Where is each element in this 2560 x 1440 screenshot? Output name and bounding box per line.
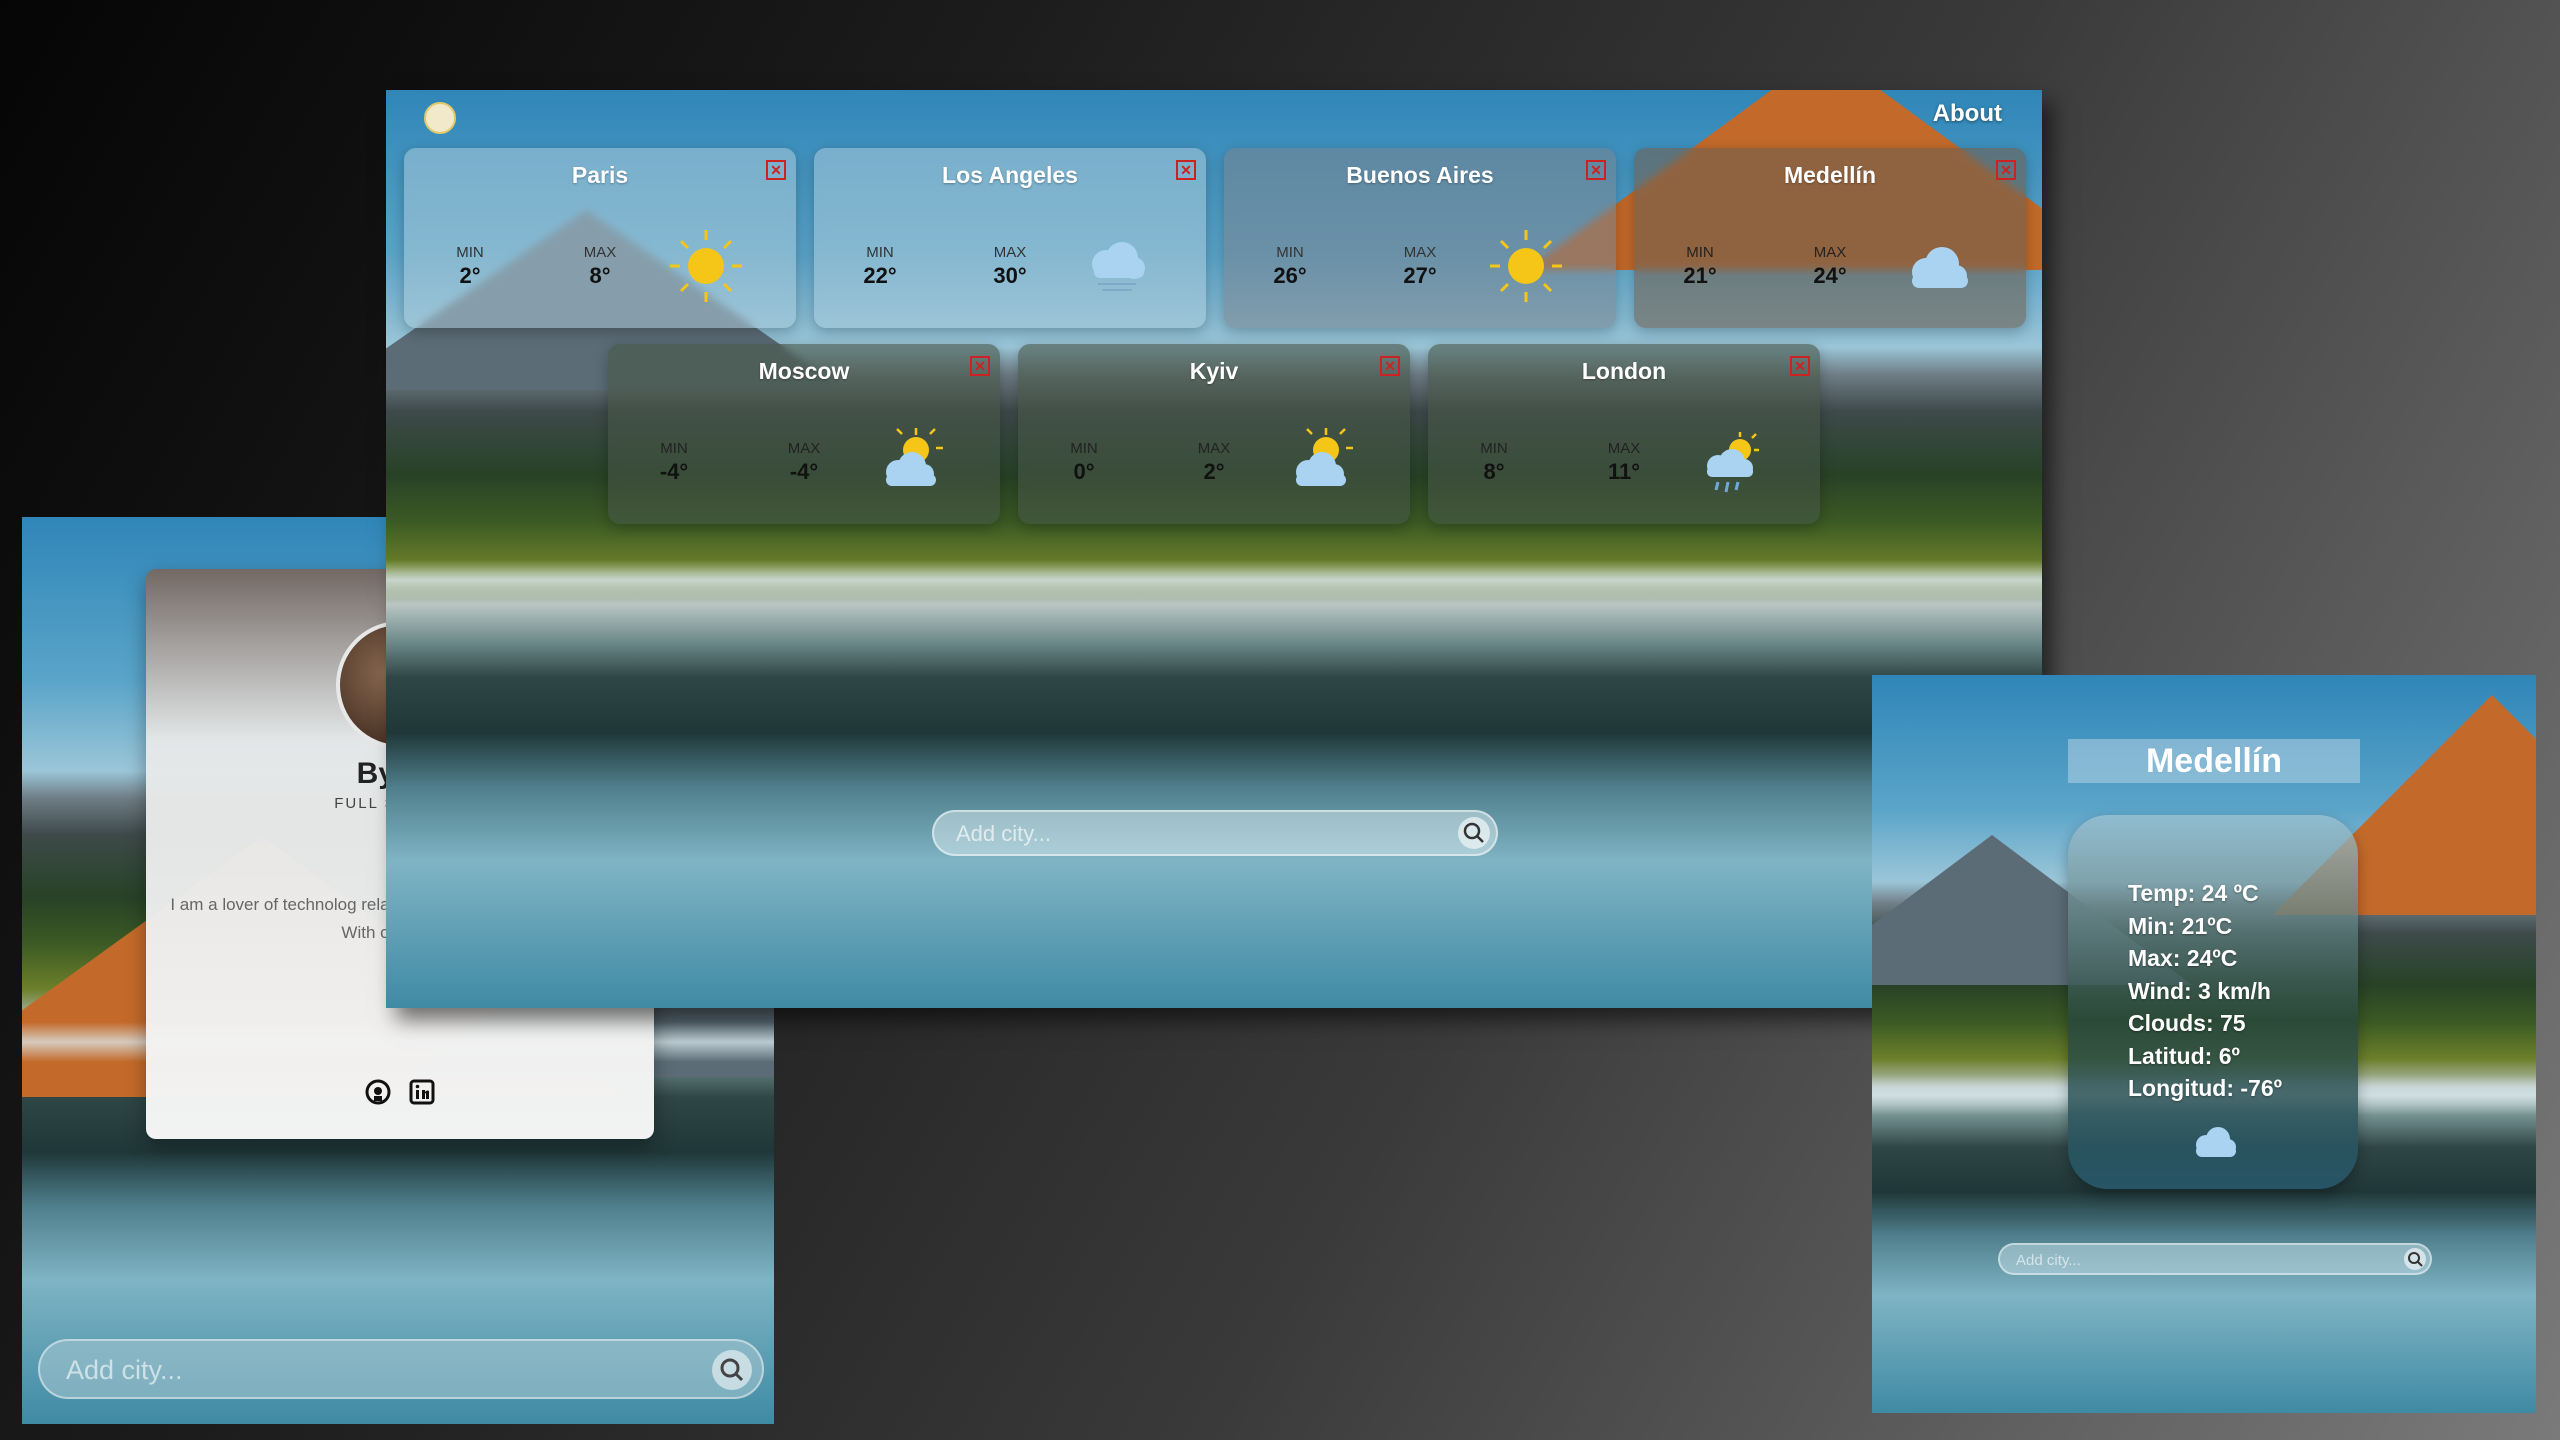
sun-icon bbox=[1486, 226, 1566, 306]
about-search-input[interactable] bbox=[66, 1351, 706, 1389]
detail-min: Min: 21ºC bbox=[2128, 912, 2233, 939]
city-name: Buenos Aires bbox=[1346, 162, 1494, 188]
max-temp: MAX 30° bbox=[993, 244, 1027, 288]
min-temp: MIN 8° bbox=[1480, 440, 1508, 484]
detail-longitude: Longitud: -76º bbox=[2128, 1075, 2283, 1101]
nav-about-link[interactable]: About bbox=[1933, 100, 2002, 128]
close-icon[interactable]: ✕ bbox=[1790, 356, 1810, 376]
search-icon[interactable] bbox=[1458, 817, 1490, 849]
city-name: Kyiv bbox=[1189, 358, 1239, 384]
partly-cloudy-icon bbox=[1280, 422, 1360, 502]
close-icon[interactable]: ✕ bbox=[1176, 160, 1196, 180]
detail-clouds: Clouds: 75 bbox=[2128, 1010, 2246, 1036]
max-temp: MAX 27° bbox=[1403, 244, 1437, 288]
city-card[interactable]: Medellín ✕ MIN 21° MAX 24° bbox=[1634, 148, 2026, 328]
detail-city-title: Medellín bbox=[2068, 739, 2360, 783]
max-temp: MAX 8° bbox=[583, 244, 617, 288]
city-name: London bbox=[1581, 358, 1667, 384]
detail-info-list: Temp: 24 ºC Min: 21ºC Max: 24ºC Wind: 3 … bbox=[2128, 877, 2282, 1105]
social-links bbox=[146, 1079, 654, 1105]
about-search-bar bbox=[38, 1339, 764, 1399]
main-search-input[interactable] bbox=[956, 820, 1436, 848]
min-temp: MIN 22° bbox=[863, 244, 897, 288]
rain-sun-icon bbox=[1690, 422, 1770, 502]
detail-window: Medellín Temp: 24 ºC Min: 21ºC Max: 24ºC… bbox=[1872, 675, 2536, 1413]
cloud-icon bbox=[1896, 226, 1976, 306]
detail-wind: Wind: 3 km/h bbox=[2128, 977, 2271, 1004]
cloud-icon bbox=[2186, 1121, 2242, 1163]
city-card[interactable]: Paris ✕ MIN 2° MAX 8° bbox=[404, 148, 796, 328]
city-card[interactable]: Kyiv ✕ MIN 0° MAX 2° bbox=[1018, 344, 1410, 524]
detail-temp: Temp: 24 ºC bbox=[2128, 880, 2259, 906]
city-name: Los Angeles bbox=[942, 162, 1078, 188]
partly-cloudy-icon bbox=[870, 422, 950, 502]
close-icon[interactable]: ✕ bbox=[1996, 160, 2016, 180]
detail-search-bar bbox=[1998, 1243, 2432, 1275]
main-window: About Paris ✕ MIN 2° MAX 8° Los Angeles ✕ … bbox=[386, 90, 2042, 1008]
min-temp: MIN 2° bbox=[456, 244, 484, 288]
min-temp: MIN 21° bbox=[1683, 244, 1717, 288]
city-name: Moscow bbox=[758, 358, 850, 384]
close-icon[interactable]: ✕ bbox=[1380, 356, 1400, 376]
close-icon[interactable]: ✕ bbox=[766, 160, 786, 180]
city-card[interactable]: Los Angeles ✕ MIN 22° MAX 30° bbox=[814, 148, 1206, 328]
max-temp: MAX 24° bbox=[1813, 244, 1847, 288]
detail-max: Max: 24ºC bbox=[2128, 945, 2238, 971]
detail-latitude: Latitud: 6º bbox=[2128, 1042, 2240, 1069]
fog-cloud-icon bbox=[1076, 226, 1156, 306]
city-name: Paris bbox=[571, 162, 629, 188]
mist-decoration bbox=[386, 560, 2042, 600]
min-temp: MIN 0° bbox=[1070, 440, 1098, 484]
max-temp: MAX -4° bbox=[787, 440, 821, 484]
lightbulb-icon[interactable] bbox=[424, 102, 456, 134]
min-temp: MIN 26° bbox=[1273, 244, 1307, 288]
city-name: Medellín bbox=[1783, 162, 1876, 188]
max-temp: MAX 11° bbox=[1607, 440, 1641, 484]
city-card[interactable]: Buenos Aires ✕ MIN 26° MAX 27° bbox=[1224, 148, 1616, 328]
github-icon[interactable] bbox=[365, 1079, 391, 1105]
search-icon[interactable] bbox=[712, 1350, 752, 1390]
sun-icon bbox=[666, 226, 746, 306]
max-temp: MAX 2° bbox=[1197, 440, 1231, 484]
city-card[interactable]: London ✕ MIN 8° MAX 11° bbox=[1428, 344, 1820, 524]
search-icon[interactable] bbox=[2404, 1248, 2426, 1270]
close-icon[interactable]: ✕ bbox=[1586, 160, 1606, 180]
detail-card: Temp: 24 ºC Min: 21ºC Max: 24ºC Wind: 3 … bbox=[2068, 815, 2358, 1189]
min-temp: MIN -4° bbox=[659, 440, 689, 484]
main-search-bar bbox=[932, 810, 1498, 856]
city-card[interactable]: Moscow ✕ MIN -4° MAX -4° bbox=[608, 344, 1000, 524]
detail-search-input[interactable] bbox=[2016, 1250, 2376, 1270]
linkedin-icon[interactable] bbox=[409, 1079, 435, 1105]
close-icon[interactable]: ✕ bbox=[970, 356, 990, 376]
